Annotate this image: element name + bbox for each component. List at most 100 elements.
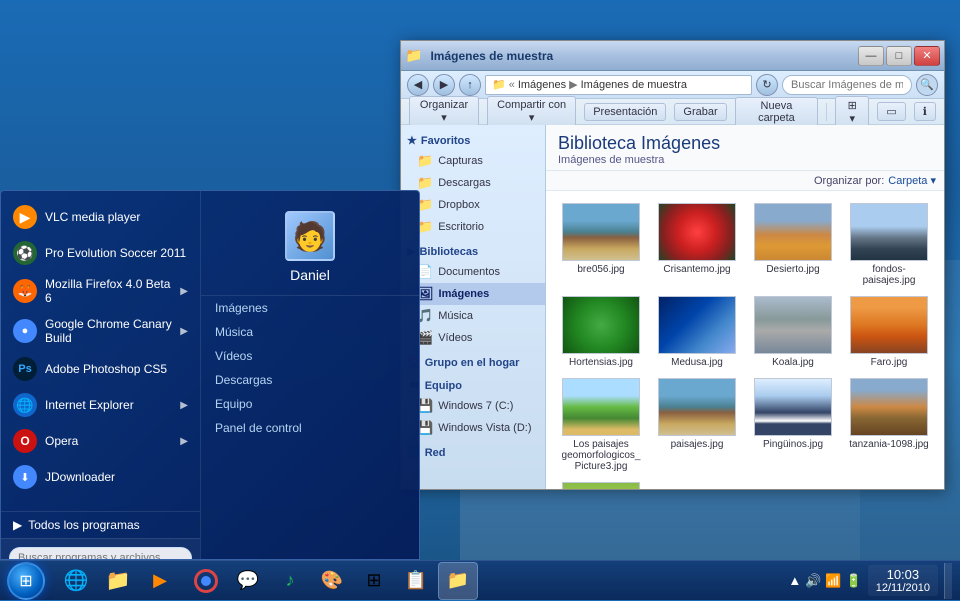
- taskbar-mediaplayer-icon[interactable]: ▶: [140, 562, 180, 600]
- share-button[interactable]: Compartir con ▾: [487, 96, 576, 127]
- sidebar-item-capturas[interactable]: 📁 Capturas: [401, 150, 545, 172]
- favorites-section: ★ Favoritos 📁 Capturas 📁 Descargas 📁 Dro…: [401, 131, 545, 238]
- explorer-window: 📁 Imágenes de muestra — □ ✕ ◀ ▶ ↑ 📁 « Im…: [400, 40, 945, 490]
- organize-button[interactable]: Organizar ▾: [409, 96, 479, 127]
- view-button[interactable]: ⊞ ▾: [835, 96, 869, 128]
- network-header[interactable]: 🌐 Red: [401, 443, 545, 462]
- search-input[interactable]: [782, 75, 912, 95]
- taskbar-chrome-icon[interactable]: [186, 562, 226, 600]
- refresh-button[interactable]: ↻: [756, 74, 778, 96]
- window-titlebar: 📁 Imágenes de muestra — □ ✕: [401, 41, 944, 71]
- search-button[interactable]: 🔍: [916, 74, 938, 96]
- speaker-icon[interactable]: 🔊: [805, 573, 821, 589]
- start-item-chrome[interactable]: ● Google Chrome Canary Build ▶: [1, 311, 200, 351]
- image-item[interactable]: fondos-paisajes.jpg: [842, 199, 936, 290]
- burn-button[interactable]: Grabar: [674, 103, 726, 121]
- right-nav-music[interactable]: Música: [201, 320, 419, 344]
- image-item[interactable]: tanzania-1098.jpg: [842, 374, 936, 476]
- minimize-button[interactable]: —: [858, 46, 884, 66]
- up-button[interactable]: ↑: [459, 74, 481, 96]
- winvista-label: Windows Vista (D:): [438, 422, 531, 434]
- details-button[interactable]: ℹ: [914, 102, 936, 121]
- slideshow-button[interactable]: Presentación: [584, 103, 666, 121]
- window-title: Imágenes de muestra: [426, 49, 858, 63]
- start-item-vlc[interactable]: ▶ VLC media player: [1, 199, 200, 235]
- taskbar-paint-icon[interactable]: 🎨: [312, 562, 352, 600]
- image-item[interactable]: Los paisajes geomorfologicos_Picture3.jp…: [554, 374, 648, 476]
- sidebar-item-escritorio[interactable]: 📁 Escritorio: [401, 216, 545, 238]
- forward-button[interactable]: ▶: [433, 74, 455, 96]
- up-arrow-icon[interactable]: ▲: [788, 573, 801, 588]
- sidebar-item-descargas[interactable]: 📁 Descargas: [401, 172, 545, 194]
- homegroup-header[interactable]: 🏠 Grupo en el hogar: [401, 353, 545, 372]
- computer-label: Equipo: [425, 380, 462, 392]
- show-desktop-button[interactable]: [944, 563, 952, 599]
- image-item[interactable]: Faro.jpg: [842, 292, 936, 372]
- firefox-icon: 🦊: [13, 279, 37, 303]
- addr-sep1: ▶: [569, 78, 577, 91]
- close-button[interactable]: ✕: [914, 46, 940, 66]
- taskbar-app2-icon[interactable]: 📋: [396, 562, 436, 600]
- pes-icon: ⚽: [13, 241, 37, 265]
- all-programs-label: Todos los programas: [28, 518, 139, 532]
- image-item[interactable]: Crisantemo.jpg: [650, 199, 744, 290]
- taskbar-folder-icon[interactable]: 📁: [438, 562, 478, 600]
- start-menu: ▶ VLC media player ⚽ Pro Evolution Socce…: [0, 190, 420, 560]
- new-folder-button[interactable]: Nueva carpeta: [735, 97, 819, 127]
- right-nav-computer[interactable]: Equipo: [201, 392, 419, 416]
- opera-icon: O: [13, 429, 37, 453]
- network-icon[interactable]: 📶: [825, 573, 841, 589]
- sidebar-item-imagenes[interactable]: 🖼 Imágenes: [401, 283, 545, 305]
- start-item-firefox[interactable]: 🦊 Mozilla Firefox 4.0 Beta 6 ▶: [1, 271, 200, 311]
- right-nav-images[interactable]: Imágenes: [201, 296, 419, 320]
- start-item-ie[interactable]: 🌐 Internet Explorer ▶: [1, 387, 200, 423]
- libraries-header[interactable]: ▶ Bibliotecas: [401, 242, 545, 261]
- image-item[interactable]: Hortensias.jpg: [554, 292, 648, 372]
- start-button[interactable]: [0, 561, 52, 601]
- sidebar-item-dropbox[interactable]: 📁 Dropbox: [401, 194, 545, 216]
- right-nav-videos[interactable]: Vídeos: [201, 344, 419, 368]
- image-item[interactable]: Medusa.jpg: [650, 292, 744, 372]
- taskbar-messenger-icon[interactable]: 💬: [228, 562, 268, 600]
- computer-header[interactable]: 💻 Equipo: [401, 376, 545, 395]
- start-search-input[interactable]: [9, 547, 192, 560]
- preview-button[interactable]: ▭: [877, 102, 905, 121]
- sidebar-item-documentos[interactable]: 📄 Documentos: [401, 261, 545, 283]
- start-orb[interactable]: [7, 562, 45, 600]
- taskbar-clock[interactable]: 10:03 12/11/2010: [868, 565, 938, 596]
- start-item-opera[interactable]: O Opera ▶: [1, 423, 200, 459]
- image-item[interactable]: bre056.jpg: [554, 199, 648, 290]
- sidebar-item-musica[interactable]: 🎵 Música: [401, 305, 545, 327]
- right-nav-downloads[interactable]: Descargas: [201, 368, 419, 392]
- network-section: 🌐 Red: [401, 443, 545, 462]
- image-thumbnail: [562, 378, 640, 436]
- image-item[interactable]: Pingüinos.jpg: [746, 374, 840, 476]
- taskbar-ie-icon[interactable]: 🌐: [56, 562, 96, 600]
- organize-value[interactable]: Carpeta ▾: [888, 174, 936, 187]
- addr-arrow: «: [509, 79, 515, 91]
- firefox-label: Mozilla Firefox 4.0 Beta 6: [45, 277, 172, 305]
- ie-label: Internet Explorer: [45, 398, 134, 412]
- sidebar-item-videos[interactable]: 🎬 Vídeos: [401, 327, 545, 349]
- maximize-button[interactable]: □: [886, 46, 912, 66]
- sidebar-item-win7[interactable]: 💾 Windows 7 (C:): [401, 395, 545, 417]
- start-item-jdownloader[interactable]: ⬇ JDownloader: [1, 459, 200, 495]
- image-item[interactable]: Koala.jpg: [746, 292, 840, 372]
- photoshop-icon: Ps: [13, 357, 37, 381]
- image-item[interactable]: [554, 478, 648, 489]
- back-button[interactable]: ◀: [407, 74, 429, 96]
- favorites-header[interactable]: ★ Favoritos: [401, 131, 545, 150]
- start-item-pes[interactable]: ⚽ Pro Evolution Soccer 2011: [1, 235, 200, 271]
- image-item[interactable]: Desierto.jpg: [746, 199, 840, 290]
- sidebar-item-winvista[interactable]: 💾 Windows Vista (D:): [401, 417, 545, 439]
- clock-time: 10:03: [876, 567, 930, 582]
- battery-icon[interactable]: 🔋: [846, 573, 862, 589]
- address-bar[interactable]: 📁 « Imágenes ▶ Imágenes de muestra: [485, 75, 752, 95]
- image-item[interactable]: paisajes.jpg: [650, 374, 744, 476]
- taskbar-explorer-icon[interactable]: 📁: [98, 562, 138, 600]
- taskbar-spotify-icon[interactable]: ♪: [270, 562, 310, 600]
- right-nav-control-panel[interactable]: Panel de control: [201, 416, 419, 440]
- taskbar-app1-icon[interactable]: ⊞: [354, 562, 394, 600]
- start-item-photoshop[interactable]: Ps Adobe Photoshop CS5: [1, 351, 200, 387]
- all-programs-button[interactable]: ▶ Todos los programas: [1, 511, 200, 538]
